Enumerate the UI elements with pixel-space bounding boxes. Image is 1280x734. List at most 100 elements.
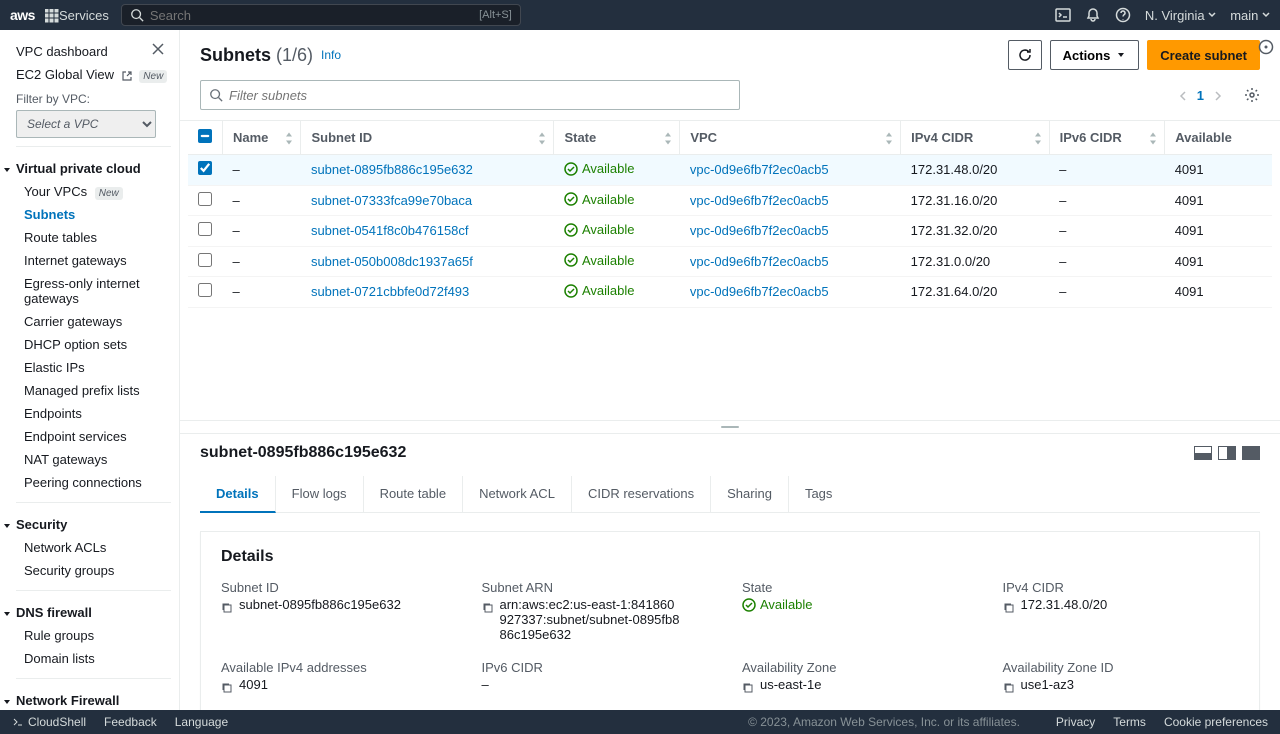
- col-available[interactable]: Available: [1165, 121, 1272, 155]
- next-page-icon[interactable]: [1212, 88, 1224, 103]
- footer-feedback[interactable]: Feedback: [104, 715, 157, 729]
- subnet-id-link[interactable]: subnet-0541f8c0b476158cf: [311, 223, 469, 238]
- services-menu[interactable]: Services: [59, 8, 109, 23]
- create-subnet-button[interactable]: Create subnet: [1147, 40, 1260, 70]
- sidebar-nat-gateways[interactable]: NAT gateways: [16, 448, 179, 471]
- actions-button[interactable]: Actions: [1050, 40, 1140, 70]
- tab-sharing[interactable]: Sharing: [711, 476, 789, 512]
- table-row[interactable]: – subnet-050b008dc1937a65f Available vpc…: [188, 246, 1272, 277]
- sidebar-section-dns-firewall[interactable]: DNS firewall: [16, 597, 179, 624]
- col-name[interactable]: Name: [223, 121, 301, 155]
- notifications-icon[interactable]: [1085, 7, 1101, 23]
- table-row[interactable]: – subnet-0541f8c0b476158cf Available vpc…: [188, 216, 1272, 247]
- help-icon[interactable]: [1115, 7, 1131, 23]
- vpc-link[interactable]: vpc-0d9e6fb7f2ec0acb5: [690, 254, 829, 269]
- footer-terms[interactable]: Terms: [1113, 715, 1146, 729]
- col-state[interactable]: State: [554, 121, 680, 155]
- vpc-link[interactable]: vpc-0d9e6fb7f2ec0acb5: [690, 223, 829, 238]
- region-selector[interactable]: N. Virginia: [1145, 8, 1216, 23]
- sidebar-your-vpcs[interactable]: Your VPCs New: [16, 180, 179, 203]
- footer-privacy[interactable]: Privacy: [1056, 715, 1095, 729]
- view-full-icon[interactable]: [1242, 446, 1260, 460]
- col-vpc[interactable]: VPC: [680, 121, 901, 155]
- sidebar-rule-groups[interactable]: Rule groups: [16, 624, 179, 647]
- row-checkbox[interactable]: [198, 161, 212, 175]
- aws-logo[interactable]: aws: [10, 7, 35, 23]
- table-settings-icon[interactable]: [1244, 87, 1260, 104]
- col-ipv4-cidr[interactable]: IPv4 CIDR: [901, 121, 1049, 155]
- tab-flow-logs[interactable]: Flow logs: [276, 476, 364, 512]
- filter-subnets-input[interactable]: [200, 80, 740, 110]
- row-checkbox[interactable]: [198, 283, 212, 297]
- copy-icon[interactable]: [1003, 599, 1015, 614]
- select-all-checkbox[interactable]: [198, 129, 212, 143]
- view-horizontal-icon[interactable]: [1218, 446, 1236, 460]
- state-pill: Available: [564, 161, 635, 176]
- help-panel-icon[interactable]: [1258, 38, 1274, 55]
- tab-cidr-reservations[interactable]: CIDR reservations: [572, 476, 711, 512]
- vpc-link[interactable]: vpc-0d9e6fb7f2ec0acb5: [690, 162, 829, 177]
- col-subnet-id[interactable]: Subnet ID: [301, 121, 554, 155]
- sidebar-endpoints[interactable]: Endpoints: [16, 402, 179, 425]
- sidebar-egress-only-igw[interactable]: Egress-only internet gateways: [16, 272, 179, 310]
- subnet-id-link[interactable]: subnet-07333fca99e70baca: [311, 193, 472, 208]
- panel-resize-handle[interactable]: [180, 420, 1280, 433]
- row-checkbox[interactable]: [198, 222, 212, 236]
- row-checkbox[interactable]: [198, 192, 212, 206]
- subnet-id-link[interactable]: subnet-050b008dc1937a65f: [311, 254, 473, 269]
- account-selector[interactable]: main: [1230, 8, 1270, 23]
- vpc-link[interactable]: vpc-0d9e6fb7f2ec0acb5: [690, 193, 829, 208]
- info-link[interactable]: Info: [321, 48, 341, 62]
- sidebar-dhcp-option-sets[interactable]: DHCP option sets: [16, 333, 179, 356]
- footer-cloudshell[interactable]: CloudShell: [12, 715, 86, 729]
- copy-icon[interactable]: [221, 599, 233, 614]
- filter-vpc-select[interactable]: Select a VPC: [16, 110, 156, 138]
- cell-ipv6: –: [1049, 185, 1165, 216]
- refresh-button[interactable]: [1008, 40, 1042, 70]
- caret-down-icon: [2, 517, 12, 532]
- table-row[interactable]: – subnet-07333fca99e70baca Available vpc…: [188, 185, 1272, 216]
- copy-icon[interactable]: [742, 679, 754, 694]
- vpc-link[interactable]: vpc-0d9e6fb7f2ec0acb5: [690, 284, 829, 299]
- sidebar-carrier-gateways[interactable]: Carrier gateways: [16, 310, 179, 333]
- tab-details[interactable]: Details: [200, 476, 276, 513]
- view-split-icon[interactable]: [1194, 446, 1212, 460]
- sidebar-section-security[interactable]: Security: [16, 509, 179, 536]
- copy-icon[interactable]: [482, 599, 494, 614]
- sidebar-network-acls[interactable]: Network ACLs: [16, 536, 179, 559]
- subnets-table: Name Subnet ID State VPC IPv4 CIDR IPv6 …: [180, 120, 1280, 310]
- sidebar-route-tables[interactable]: Route tables: [16, 226, 179, 249]
- footer-cookie-prefs[interactable]: Cookie preferences: [1164, 715, 1268, 729]
- close-sidebar-icon[interactable]: [151, 40, 165, 56]
- copy-icon[interactable]: [1003, 679, 1015, 694]
- sidebar-ec2-global-view[interactable]: EC2 Global View New: [16, 63, 179, 86]
- sidebar-internet-gateways[interactable]: Internet gateways: [16, 249, 179, 272]
- sidebar-endpoint-services[interactable]: Endpoint services: [16, 425, 179, 448]
- col-ipv6-cidr[interactable]: IPv6 CIDR: [1049, 121, 1165, 155]
- tab-tags[interactable]: Tags: [789, 476, 848, 512]
- footer-language[interactable]: Language: [175, 715, 228, 729]
- tab-network-acl[interactable]: Network ACL: [463, 476, 572, 512]
- sidebar-section-network-firewall[interactable]: Network Firewall: [16, 685, 179, 710]
- sidebar-security-groups[interactable]: Security groups: [16, 559, 179, 582]
- filter-subnets-text[interactable]: [229, 88, 731, 103]
- tab-route-table[interactable]: Route table: [364, 476, 464, 512]
- sidebar-subnets[interactable]: Subnets: [16, 203, 179, 226]
- grid-icon[interactable]: [45, 7, 59, 23]
- subnet-id-link[interactable]: subnet-0721cbbfe0d72f493: [311, 284, 469, 299]
- sidebar-peering-connections[interactable]: Peering connections: [16, 471, 179, 494]
- sidebar-domain-lists[interactable]: Domain lists: [16, 647, 179, 670]
- copy-icon[interactable]: [221, 679, 233, 694]
- global-search[interactable]: [Alt+S]: [121, 4, 521, 26]
- sidebar-section-vpc[interactable]: Virtual private cloud: [16, 153, 179, 180]
- global-search-input[interactable]: [150, 8, 479, 23]
- row-checkbox[interactable]: [198, 253, 212, 267]
- cloudshell-icon[interactable]: [1055, 7, 1071, 23]
- prev-page-icon[interactable]: [1177, 88, 1189, 103]
- table-row[interactable]: – subnet-0721cbbfe0d72f493 Available vpc…: [188, 277, 1272, 308]
- table-row[interactable]: – subnet-0895fb886c195e632 Available vpc…: [188, 155, 1272, 186]
- table-row[interactable]: – subnet-0156b01d729fced69 Available vpc…: [188, 307, 1272, 310]
- sidebar-elastic-ips[interactable]: Elastic IPs: [16, 356, 179, 379]
- subnet-id-link[interactable]: subnet-0895fb886c195e632: [311, 162, 473, 177]
- sidebar-managed-prefix-lists[interactable]: Managed prefix lists: [16, 379, 179, 402]
